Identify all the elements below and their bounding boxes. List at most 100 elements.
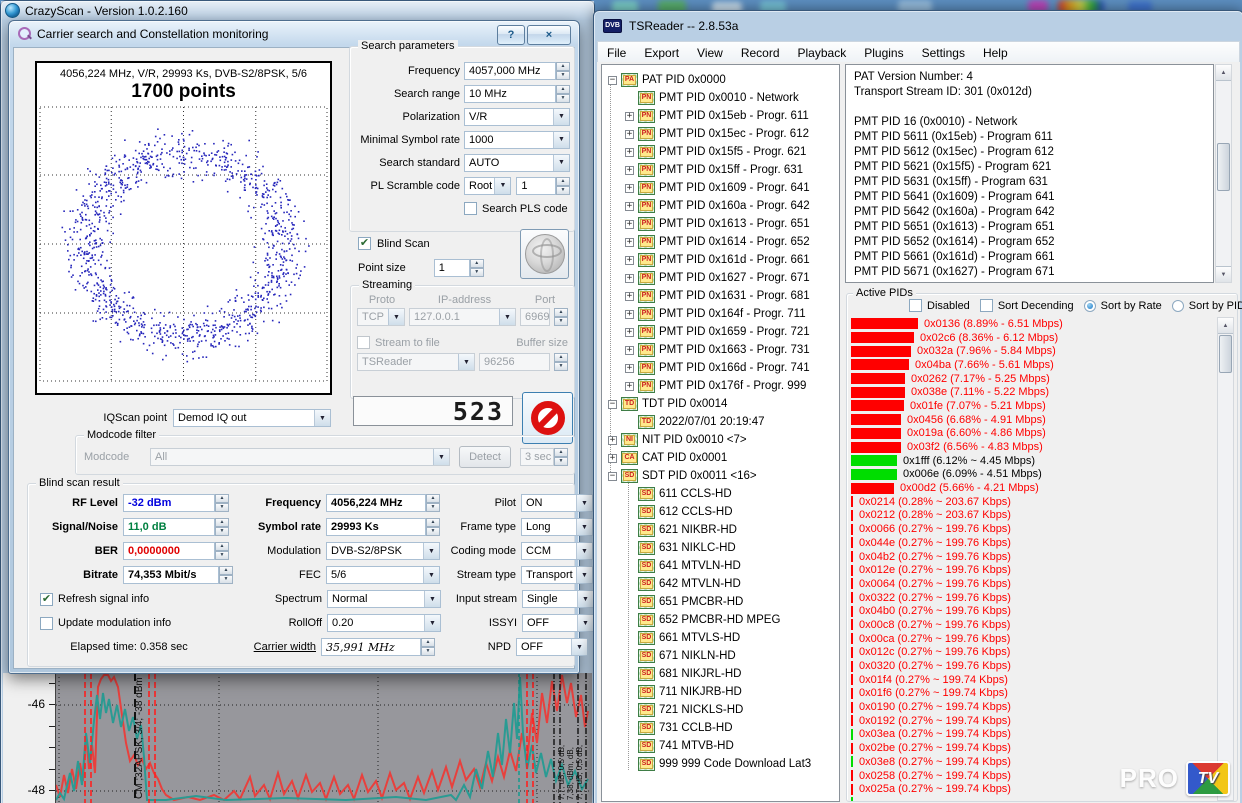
pid-row[interactable]: 0x0064 (0.27% ~ 199.76 Kbps) xyxy=(851,577,1211,591)
ber-input[interactable]: 0,0000000 xyxy=(123,542,215,560)
frequency-input[interactable]: 4057,000 MHz xyxy=(464,62,556,80)
pid-row[interactable]: 0x006e (6.09% - 4.51 Mbps) xyxy=(851,468,1211,482)
tree-item[interactable]: −SDSDT PID 0x0011 <16> xyxy=(604,467,839,485)
update-modulation-checkbox[interactable] xyxy=(40,617,53,630)
pid-row[interactable]: 0x044e (0.27% ~ 199.76 Kbps) xyxy=(851,536,1211,550)
coding-mode-select[interactable]: CCM▼ xyxy=(521,542,593,560)
expand-toggle-icon[interactable]: − xyxy=(608,400,617,409)
expand-toggle-icon[interactable]: + xyxy=(625,166,634,175)
pid-row[interactable]: 0x01fe (7.07% - 5.21 Mbps) xyxy=(851,399,1211,413)
expand-toggle-icon[interactable]: + xyxy=(625,130,634,139)
pid-row[interactable]: 0x04ba (7.66% - 5.61 Mbps) xyxy=(851,358,1211,372)
expand-toggle-icon[interactable]: + xyxy=(625,184,634,193)
bitrate-input[interactable]: 74,353 Mbit/s xyxy=(123,566,219,584)
menu-item-plugins[interactable]: Plugins xyxy=(855,46,912,60)
tsreader-titlebar[interactable]: DVB TSReader -- 2.8.53a xyxy=(594,11,1242,40)
expand-toggle-icon[interactable]: + xyxy=(625,364,634,373)
pid-row[interactable]: 0x038e (7.11% - 5.22 Mbps) xyxy=(851,385,1211,399)
symbol-rate-input[interactable]: 29993 Ks xyxy=(326,518,426,536)
pl-scramble-mode-select[interactable]: Root▼ xyxy=(464,177,511,195)
tree-item[interactable]: +PNPMT PID 0x1609 - Progr. 641 xyxy=(604,179,839,197)
menu-item-view[interactable]: View xyxy=(688,46,732,60)
help-button[interactable]: ? xyxy=(497,25,525,45)
ber-stepper[interactable]: ▲▼ xyxy=(215,542,229,560)
tree-item[interactable]: SD651 PMCBR-HD xyxy=(604,593,839,611)
tree-item[interactable]: SD652 PMCBR-HD MPEG xyxy=(604,611,839,629)
frequency-stepper[interactable]: ▲▼ xyxy=(556,62,570,80)
tree-item[interactable]: +PNPMT PID 0x1659 - Progr. 721 xyxy=(604,323,839,341)
signal-noise-stepper[interactable]: ▲▼ xyxy=(215,518,229,536)
input-stream-select[interactable]: Single▼ xyxy=(522,590,594,608)
refresh-signal-checkbox[interactable] xyxy=(40,593,53,606)
pid-row[interactable]: 0x0190 (0.27% ~ 199.74 Kbps) xyxy=(851,700,1211,714)
pid-row[interactable]: 0x01f4 (0.27% ~ 199.74 Kbps) xyxy=(851,673,1211,687)
tree-item[interactable]: +PNPMT PID 0x1614 - Progr. 652 xyxy=(604,233,839,251)
bitrate-stepper[interactable]: ▲▼ xyxy=(219,566,233,584)
pid-row[interactable]: 0x03f2 (6.56% - 4.83 Mbps) xyxy=(851,440,1211,454)
tree-item[interactable]: +CACAT PID 0x0001 xyxy=(604,449,839,467)
tree-item[interactable]: +PNPMT PID 0x166d - Progr. 741 xyxy=(604,359,839,377)
tree-item[interactable]: SD642 MTVLN-HD xyxy=(604,575,839,593)
expand-toggle-icon[interactable]: − xyxy=(608,76,617,85)
pid-tree-pane[interactable]: −PAPAT PID 0x0000PNPMT PID 0x0010 - Netw… xyxy=(601,64,840,802)
port-stepper[interactable]: ▲▼ xyxy=(554,308,568,326)
polarization-select[interactable]: V/R▼ xyxy=(464,108,570,126)
scrollbar-thumb[interactable] xyxy=(1219,335,1232,373)
search-standard-select[interactable]: AUTO▼ xyxy=(464,154,570,172)
globe-button[interactable] xyxy=(520,229,569,279)
rf-level-input[interactable]: -32 dBm xyxy=(123,494,215,512)
expand-toggle-icon[interactable]: + xyxy=(625,238,634,247)
pilot-select[interactable]: ON▼ xyxy=(521,494,593,512)
expand-toggle-icon[interactable]: + xyxy=(625,112,634,121)
expand-toggle-icon[interactable]: + xyxy=(625,220,634,229)
pid-row[interactable]: 0x04b2 (0.27% ~ 199.76 Kbps) xyxy=(851,550,1211,564)
tree-item[interactable]: SD631 NIKLC-HD xyxy=(604,539,839,557)
tree-item[interactable]: SD671 NIKLN-HD xyxy=(604,647,839,665)
sort-descending-checkbox[interactable] xyxy=(980,299,993,312)
modulation-select[interactable]: DVB-S2/8PSK▼ xyxy=(326,542,440,560)
tree-item[interactable]: −PAPAT PID 0x0000 xyxy=(604,71,839,89)
pid-row[interactable]: 0x0320 (0.27% ~ 199.76 Kbps) xyxy=(851,659,1211,673)
pid-row[interactable]: 0x032a (7.96% - 5.84 Mbps) xyxy=(851,344,1211,358)
blind-scan-checkbox[interactable] xyxy=(358,237,371,250)
iqscan-point-select[interactable]: Demod IQ out▼ xyxy=(173,409,331,427)
pid-row[interactable]: 0x00c8 (0.27% ~ 199.76 Kbps) xyxy=(851,618,1211,632)
scroll-down-icon[interactable]: ▼ xyxy=(1216,266,1231,282)
pid-row[interactable]: 0x0136 (8.89% - 6.51 Mbps) xyxy=(851,317,1211,331)
spectrum-plot[interactable]: CM ;32APSK; 3/4; -38 dBm7,7; dB, 0,5 dB,… xyxy=(56,673,592,803)
spectrum-mode-select[interactable]: Normal▼ xyxy=(327,590,441,608)
pid-row[interactable] xyxy=(851,796,1211,801)
tree-item[interactable]: SD621 NIKBR-HD xyxy=(604,521,839,539)
tree-item[interactable]: +PNPMT PID 0x15eb - Progr. 611 xyxy=(604,107,839,125)
tree-item[interactable]: SD741 MTVB-HD xyxy=(604,737,839,755)
detect-interval-stepper[interactable]: ▲▼ xyxy=(554,448,568,466)
menu-item-record[interactable]: Record xyxy=(732,46,789,60)
tree-item[interactable]: +PNPMT PID 0x1631 - Progr. 681 xyxy=(604,287,839,305)
menu-item-settings[interactable]: Settings xyxy=(913,46,974,60)
pid-row[interactable]: 0x04b0 (0.27% ~ 199.76 Kbps) xyxy=(851,604,1211,618)
stream-to-file-checkbox[interactable] xyxy=(357,336,370,349)
detect-button[interactable]: Detect xyxy=(459,446,511,468)
pid-row[interactable]: 0x00ca (0.27% ~ 199.76 Kbps) xyxy=(851,632,1211,646)
expand-toggle-icon[interactable]: + xyxy=(608,454,617,463)
expand-toggle-icon[interactable]: + xyxy=(625,202,634,211)
detect-interval-input[interactable]: 3 sec xyxy=(520,448,554,466)
expand-toggle-icon[interactable]: + xyxy=(625,292,634,301)
point-size-stepper[interactable]: ▲▼ xyxy=(470,259,484,277)
menu-item-file[interactable]: File xyxy=(598,46,635,60)
expand-toggle-icon[interactable]: + xyxy=(625,148,634,157)
carrier-width-input[interactable]: 35,991 MHz xyxy=(321,638,421,656)
carrier-width-stepper[interactable]: ▲▼ xyxy=(421,638,435,656)
tree-item[interactable]: SD681 NIKJRL-HD xyxy=(604,665,839,683)
pid-row[interactable]: 0x0066 (0.27% ~ 199.76 Kbps) xyxy=(851,522,1211,536)
tree-item[interactable]: SD641 MTVLN-HD xyxy=(604,557,839,575)
pid-row[interactable]: 0x1fff (6.12% ~ 4.45 Mbps) xyxy=(851,454,1211,468)
search-range-input[interactable]: 10 MHz xyxy=(464,85,556,103)
tree-item[interactable]: +PNPMT PID 0x15ec - Progr. 612 xyxy=(604,125,839,143)
dialog-titlebar[interactable]: Carrier search and Constellation monitor… xyxy=(9,21,579,47)
close-button[interactable]: × xyxy=(527,25,571,45)
tree-item[interactable]: SD661 MTVLS-HD xyxy=(604,629,839,647)
rolloff-select[interactable]: 0.20▼ xyxy=(327,614,441,632)
signal-noise-input[interactable]: 11,0 dB xyxy=(123,518,215,536)
pid-row[interactable]: 0x0322 (0.27% ~ 199.76 Kbps) xyxy=(851,591,1211,605)
